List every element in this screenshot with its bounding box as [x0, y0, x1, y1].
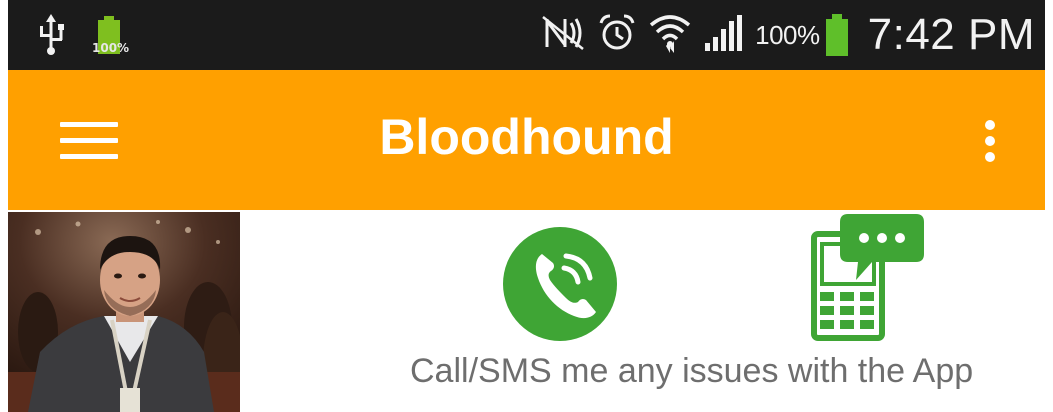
battery-full-icon — [825, 14, 848, 56]
wifi-icon — [649, 13, 691, 58]
status-bar-left: 100% — [36, 12, 129, 61]
phone-call-icon[interactable] — [500, 224, 620, 344]
battery-icon: 100% — [92, 14, 129, 58]
support-message: Call/SMS me any issues with the App — [410, 352, 974, 390]
usb-icon — [36, 12, 66, 61]
app-screen: 100% 100% 7:42 PM Bloodhound Call/SMS me… — [0, 0, 1053, 412]
battery-percent-text: 100% — [755, 19, 820, 50]
status-bar: 100% 100% 7:42 PM — [8, 0, 1045, 70]
more-vert-icon[interactable] — [978, 116, 1002, 164]
alarm-icon — [597, 13, 637, 58]
battery-small-label: 100% — [92, 41, 130, 55]
main-content: Call/SMS me any issues with the App — [8, 210, 1045, 412]
signal-icon — [703, 14, 743, 56]
app-title: Bloodhound — [379, 109, 674, 165]
avatar — [8, 212, 240, 412]
nfc-icon — [541, 15, 585, 56]
status-bar-right: 100% 7:42 PM — [541, 8, 1035, 62]
sms-phone-icon[interactable] — [808, 210, 926, 342]
status-clock: 7:42 PM — [867, 10, 1035, 59]
screen-edge-left — [0, 0, 8, 412]
screen-edge-right — [1045, 0, 1053, 412]
app-toolbar: Bloodhound — [8, 70, 1045, 210]
